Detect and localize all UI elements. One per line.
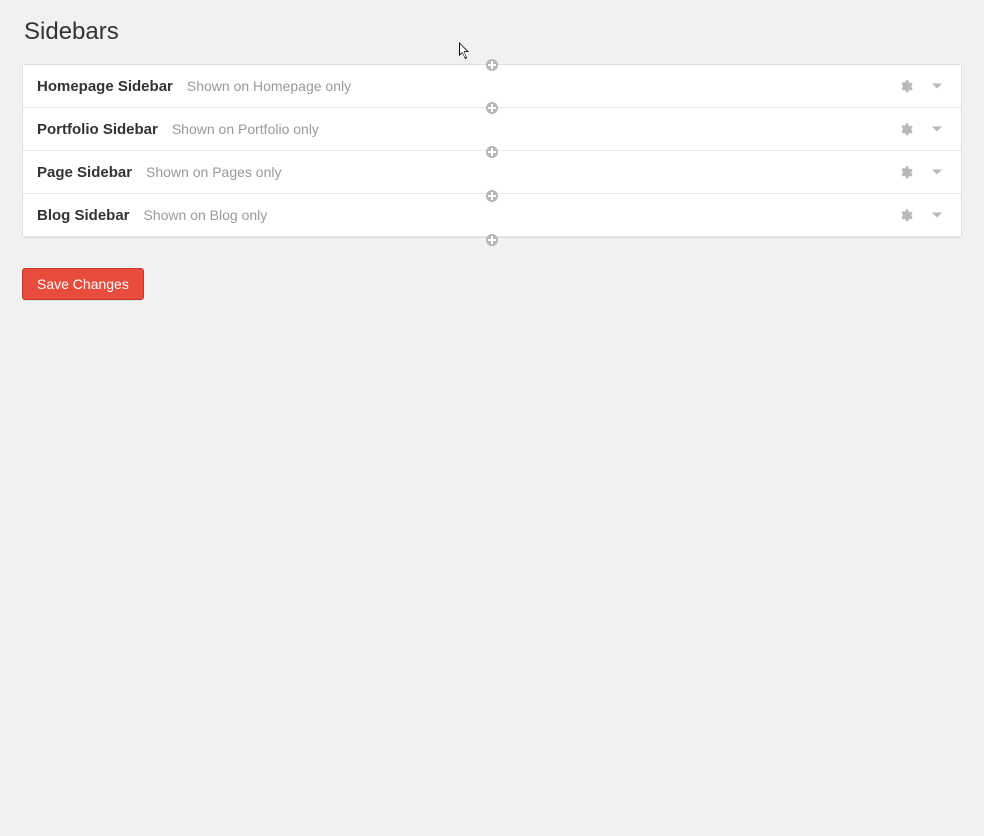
gear-icon[interactable]: [895, 119, 915, 139]
sidebar-panel: Homepage Sidebar Shown on Homepage only …: [22, 64, 962, 238]
chevron-down-icon[interactable]: [927, 76, 947, 96]
sidebar-title: Portfolio Sidebar: [37, 121, 158, 138]
add-sidebar-button[interactable]: [486, 102, 498, 114]
sidebar-subtitle: Shown on Homepage only: [187, 78, 351, 94]
page-title: Sidebars: [24, 18, 962, 46]
chevron-down-icon[interactable]: [927, 205, 947, 225]
chevron-down-icon[interactable]: [927, 162, 947, 182]
gear-icon[interactable]: [895, 162, 915, 182]
chevron-down-icon[interactable]: [927, 119, 947, 139]
add-sidebar-button[interactable]: [486, 59, 498, 71]
sidebar-title: Page Sidebar: [37, 164, 132, 181]
sidebar-subtitle: Shown on Portfolio only: [172, 121, 319, 137]
gear-icon[interactable]: [895, 205, 915, 225]
sidebar-subtitle: Shown on Pages only: [146, 164, 281, 180]
add-sidebar-button[interactable]: [486, 190, 498, 202]
add-sidebar-button[interactable]: [486, 146, 498, 158]
save-changes-button[interactable]: Save Changes: [22, 268, 144, 300]
sidebar-title: Blog Sidebar: [37, 207, 130, 224]
sidebar-row: Portfolio Sidebar Shown on Portfolio onl…: [23, 108, 961, 151]
sidebar-title: Homepage Sidebar: [37, 78, 173, 95]
add-sidebar-button[interactable]: [486, 234, 498, 246]
sidebar-subtitle: Shown on Blog only: [144, 207, 268, 223]
gear-icon[interactable]: [895, 76, 915, 96]
